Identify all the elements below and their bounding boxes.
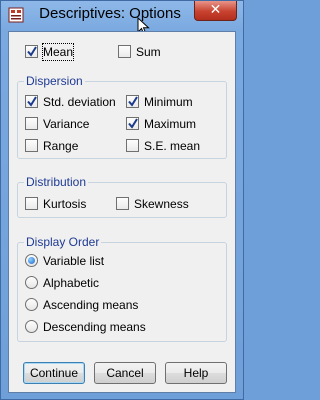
dispersion-group: Dispersion Std. deviation Minimum Varian… [17,73,227,159]
dispersion-group-title: Dispersion [24,73,85,89]
radio-button[interactable] [25,276,38,289]
maximum-label: Maximum [144,117,197,131]
window-title: Descriptives: Options [39,5,181,22]
kurtosis-checkbox[interactable]: Kurtosis [25,196,115,212]
close-button[interactable]: ✕ [194,1,237,21]
descending-means-radio[interactable]: Descending means [25,319,205,335]
minimum-label: Minimum [144,95,193,109]
skewness-checkbox[interactable]: Skewness [116,196,216,212]
maximum-checkbox[interactable]: Maximum [126,116,221,132]
checkbox-box[interactable] [126,117,139,130]
display-order-group: Display Order Variable list Alphabetic A… [17,234,227,342]
checkbox-box[interactable] [126,95,139,108]
range-label: Range [43,139,79,153]
checkmark-icon [128,118,138,129]
checkbox-box[interactable] [126,139,139,152]
variable-list-label: Variable list [43,254,105,268]
ascending-means-label: Ascending means [43,298,139,312]
std-deviation-checkbox[interactable]: Std. deviation [25,94,125,110]
display-order-group-title: Display Order [24,234,102,250]
help-button[interactable]: Help [165,362,227,384]
title-bar[interactable]: Descriptives: Options ✕ [1,1,243,31]
range-checkbox[interactable]: Range [25,138,125,154]
checkbox-box[interactable] [118,45,131,58]
radio-selected-dot [28,257,35,264]
std-deviation-label: Std. deviation [43,95,116,109]
variance-checkbox[interactable]: Variance [25,116,125,132]
variance-label: Variance [43,117,90,131]
dialog-body: Mean Sum Dispersion Std. deviation Minim… [8,31,236,393]
skewness-label: Skewness [134,197,189,211]
alphabetic-label: Alphabetic [43,276,100,290]
sum-label: Sum [136,45,161,59]
ascending-means-radio[interactable]: Ascending means [25,297,205,313]
checkbox-box[interactable] [25,197,38,210]
descending-means-label: Descending means [43,320,146,334]
checkmark-icon [128,96,138,107]
radio-button[interactable] [25,298,38,311]
dialog-window: Descriptives: Options ✕ Mean Sum Dispers… [0,0,244,400]
checkbox-box[interactable] [25,45,38,58]
minimum-checkbox[interactable]: Minimum [126,94,221,110]
se-mean-label: S.E. mean [144,139,201,153]
variable-list-radio[interactable]: Variable list [25,253,205,269]
checkmark-icon [27,96,37,107]
sum-checkbox[interactable]: Sum [118,44,198,60]
checkbox-box[interactable] [25,139,38,152]
se-mean-checkbox[interactable]: S.E. mean [126,138,221,154]
distribution-group-title: Distribution [24,174,89,190]
mean-checkbox[interactable]: Mean [25,43,105,61]
checkmark-icon [27,46,37,57]
spss-app-icon [8,7,24,23]
kurtosis-label: Kurtosis [43,197,87,211]
continue-button[interactable]: Continue [23,362,85,384]
mean-label: Mean [41,43,75,61]
checkbox-box[interactable] [25,95,38,108]
checkbox-box[interactable] [25,117,38,130]
radio-button[interactable] [25,254,38,267]
alphabetic-radio[interactable]: Alphabetic [25,275,205,291]
distribution-group: Distribution Kurtosis Skewness [17,174,227,218]
radio-button[interactable] [25,320,38,333]
checkbox-box[interactable] [116,197,129,210]
cancel-button[interactable]: Cancel [94,362,156,384]
